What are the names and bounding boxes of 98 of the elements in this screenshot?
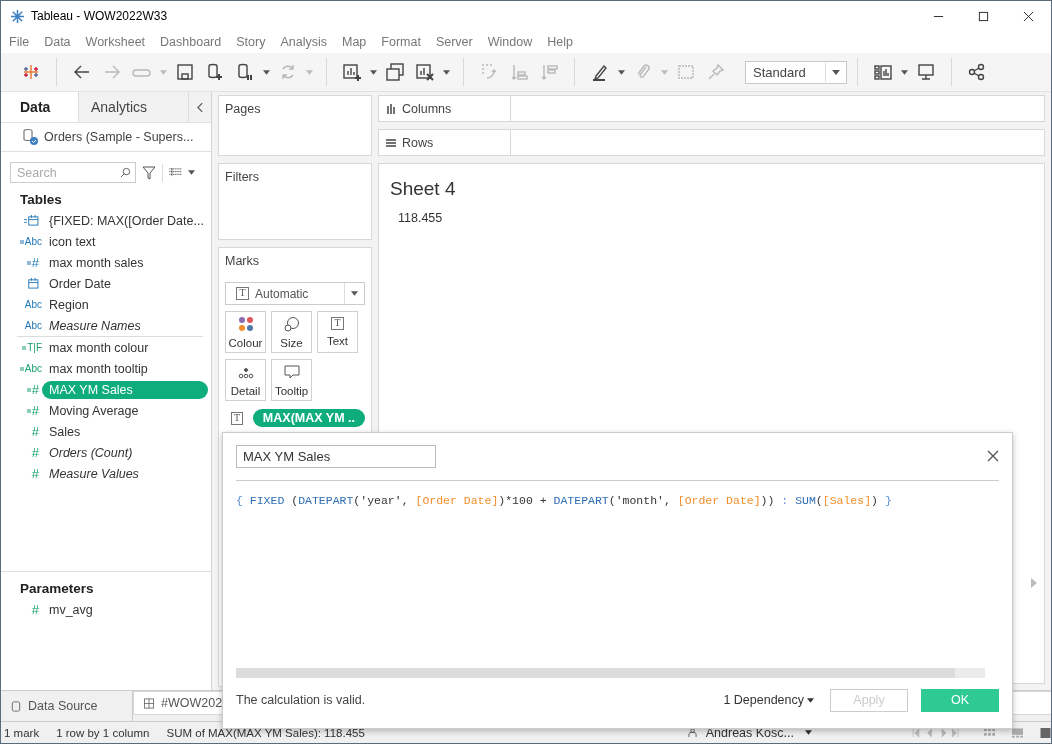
pause-icon[interactable] [235, 62, 255, 82]
menu-item[interactable]: File [9, 35, 30, 49]
horizontal-scrollbar[interactable] [236, 668, 985, 678]
datasource-name[interactable]: Orders (Sample - Supers... [44, 130, 194, 144]
datasource-icon [21, 128, 39, 146]
dependency-dropdown[interactable]: 1 Dependency [723, 693, 804, 707]
menu-item[interactable]: Dashboard [160, 35, 222, 49]
dropdown-caret-icon[interactable] [351, 291, 358, 296]
dropdown-caret-icon[interactable] [370, 69, 377, 75]
dropdown-caret-icon[interactable] [263, 69, 270, 75]
menu-item[interactable]: Help [547, 35, 573, 49]
field-item[interactable]: max month tooltip [42, 359, 155, 378]
field-item[interactable]: icon text [42, 232, 103, 251]
field-type-icon: # [31, 466, 39, 481]
present-icon[interactable] [916, 62, 936, 82]
dropdown-caret-icon[interactable] [618, 69, 625, 75]
field-item[interactable]: Measure Values [42, 464, 146, 483]
list-view-icon[interactable] [169, 168, 182, 177]
user-menu[interactable]: Andreas Kosc... [705, 725, 794, 740]
section-heading: Tables [19, 191, 63, 209]
detail-button[interactable]: Detail [225, 359, 266, 401]
menu-item[interactable]: Format [381, 35, 421, 49]
card-title: Marks [225, 254, 260, 268]
menu-item[interactable]: Story [236, 35, 266, 49]
field-item[interactable]: {FIXED: MAX([Order Date... [42, 211, 211, 230]
dropdown-caret-icon[interactable] [901, 69, 908, 75]
menu-item[interactable]: Window [487, 35, 533, 49]
section-heading: Parameters [19, 580, 95, 598]
field-type-icon: # [31, 602, 39, 617]
card-title: Pages [225, 102, 261, 116]
dropdown-caret-icon[interactable] [188, 170, 195, 175]
user-icon [686, 728, 698, 737]
window-title: Tableau - WOW2022W33 [31, 9, 168, 23]
database-icon [11, 700, 21, 712]
share-icon[interactable] [967, 62, 987, 82]
field-type-icon: # [31, 424, 39, 439]
field-type-icon: Abc [24, 320, 42, 331]
sheet-title: Sheet 4 [390, 178, 457, 200]
field-item[interactable]: Sales [42, 422, 88, 441]
save-icon[interactable] [175, 62, 195, 82]
show-me-icon[interactable] [873, 62, 893, 82]
field-item[interactable]: Orders (Count) [42, 443, 140, 462]
filter-icon[interactable] [142, 165, 156, 180]
menu-item[interactable]: Data [44, 35, 71, 49]
speech-bubble-icon [283, 363, 300, 380]
dropdown-caret-icon[interactable] [807, 697, 814, 703]
tooltip-button[interactable]: Tooltip [271, 359, 312, 401]
tab-label: Data Source [28, 699, 98, 713]
status-text: 1 row by 1 column [56, 726, 150, 739]
collapse-icon[interactable] [197, 101, 204, 113]
new-datasource-icon[interactable] [205, 62, 225, 82]
search-field[interactable]: Search [10, 162, 136, 183]
field-item[interactable]: Region [42, 295, 96, 314]
shelf-label: Columns [402, 101, 452, 116]
colour-button[interactable]: Colour [225, 311, 266, 353]
status-text: 1 mark [4, 726, 40, 739]
dropdown-caret-icon[interactable] [443, 69, 450, 75]
clear-icon[interactable] [415, 62, 435, 82]
validation-message: The calculation is valid. [236, 693, 366, 707]
sheet-value: 118.455 [398, 211, 444, 225]
close-icon[interactable] [987, 450, 999, 462]
search-icon [120, 167, 131, 178]
text-button[interactable]: T Text [317, 311, 358, 353]
parameter-item[interactable]: mv_avg [42, 600, 100, 619]
menu-item[interactable]: Worksheet [85, 35, 146, 49]
new-sheet-icon[interactable] [342, 62, 362, 82]
colour-dots-icon [237, 315, 254, 332]
highlight-icon[interactable] [590, 62, 610, 82]
size-circles-icon [283, 315, 300, 332]
mark-type-dropdown[interactable]: T Automatic [225, 282, 365, 305]
field-type-icon: Abc [24, 299, 42, 310]
shelf-label: Rows [402, 135, 434, 150]
grid-icon [144, 697, 154, 709]
menu-item[interactable]: Server [435, 35, 473, 49]
text-mark-icon: T [231, 411, 243, 425]
tab-label: #WOW202 [161, 696, 223, 710]
size-button[interactable]: Size [271, 311, 312, 353]
field-item[interactable]: Measure Names [42, 316, 148, 335]
logo-icon[interactable] [21, 62, 41, 82]
fit-dropdown[interactable]: Standard [745, 60, 847, 84]
rows-icon [386, 137, 396, 148]
field-item[interactable]: max month sales [42, 253, 151, 272]
formula-editor[interactable]: { FIXED (DATEPART('year', [Order Date])*100 + DATEPART('month', [Order Date])) : SUM([Sales]) } [236, 494, 999, 668]
field-item[interactable]: max month colour [42, 338, 156, 357]
menu-item[interactable]: Map [341, 35, 367, 49]
status-text: SUM of MAX(MAX YM Sales): 118.455 [166, 726, 365, 739]
calculation-name-field[interactable]: MAX YM Sales [236, 444, 436, 468]
card-title: Filters [225, 170, 260, 184]
duplicate-icon[interactable] [385, 62, 405, 82]
menu-item[interactable]: Analysis [280, 35, 327, 49]
field-item[interactable]: Moving Average [42, 401, 146, 420]
field-type-icon: # [31, 445, 39, 460]
app-logo-icon [10, 8, 25, 24]
field-item[interactable]: Order Date [42, 274, 118, 293]
columns-icon [386, 103, 396, 114]
pane-tab[interactable]: Data [1, 92, 79, 122]
grid-view-icon[interactable] [984, 727, 995, 738]
tab-view-icon[interactable] [1040, 727, 1051, 738]
